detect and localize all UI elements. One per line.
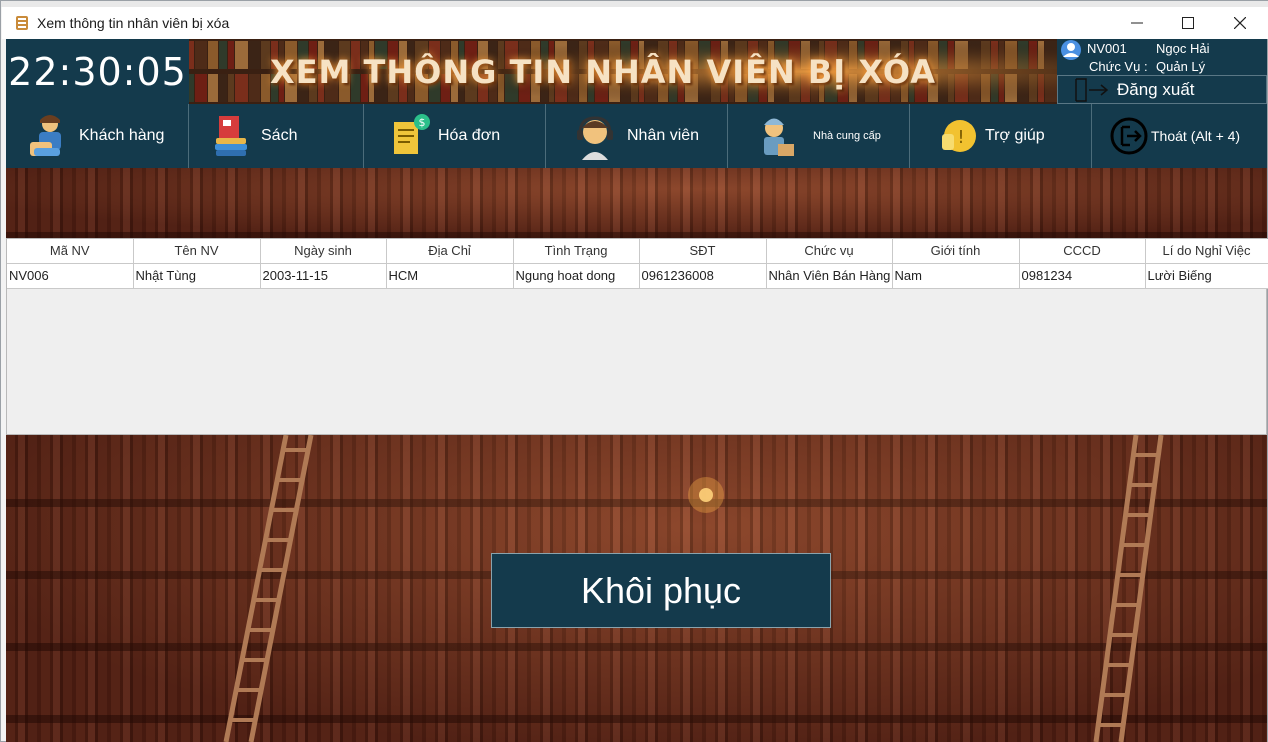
- close-icon: [1234, 17, 1246, 29]
- column-header[interactable]: CCCD: [1019, 239, 1146, 264]
- main-nav: Khách hàng Sách $ Hóa đơn Nhân viên Nhà …: [6, 104, 1267, 168]
- nav-label-suppliers: Nhà cung cấp: [813, 130, 881, 142]
- nav-label-invoices: Hóa đơn: [438, 127, 501, 144]
- books-icon: [215, 116, 247, 156]
- nav-item-books[interactable]: Sách: [189, 104, 364, 168]
- user-id: NV001: [1087, 41, 1127, 56]
- role-label: Chức Vụ :: [1089, 59, 1148, 74]
- candle-light-image: [688, 477, 724, 513]
- table-cell: Nhật Tùng: [133, 263, 261, 289]
- table-cell: Nam: [892, 263, 1020, 289]
- invoice-icon: $: [394, 114, 430, 154]
- table-cell: Nhân Viên Bán Hàng: [766, 263, 893, 289]
- logout-button[interactable]: Đăng xuất: [1057, 75, 1267, 104]
- title-bar: Xem thông tin nhân viên bị xóa: [2, 7, 1268, 39]
- bookshelf-shading: [6, 168, 1267, 238]
- nav-item-invoices[interactable]: $ Hóa đơn: [364, 104, 546, 168]
- window-title: Xem thông tin nhân viên bị xóa: [37, 15, 230, 31]
- minimize-icon: [1131, 22, 1143, 24]
- minimize-button[interactable]: [1112, 7, 1162, 39]
- exit-icon: [1110, 117, 1148, 155]
- nav-label-exit: Thoát (Alt + 4): [1151, 128, 1241, 144]
- logout-icon: [1075, 78, 1109, 102]
- nav-item-exit[interactable]: Thoát (Alt + 4): [1092, 104, 1267, 168]
- close-button[interactable]: [1215, 7, 1265, 39]
- column-header[interactable]: Giới tính: [892, 239, 1020, 264]
- table-cell: NV006: [7, 263, 134, 289]
- role-value: Quản Lý: [1156, 59, 1206, 74]
- table-cell: 2003-11-15: [260, 263, 387, 289]
- table-cell: 0981234: [1019, 263, 1146, 289]
- table-cell: HCM: [386, 263, 514, 289]
- nav-label-books: Sách: [261, 127, 298, 144]
- ladder-right-image: [1093, 435, 1164, 742]
- employee-icon: [577, 116, 613, 160]
- page-title: XEM THÔNG TIN NHÂN VIÊN BỊ XÓA: [270, 52, 936, 91]
- svg-text:!: !: [957, 127, 964, 148]
- nav-item-help[interactable]: ! Trợ giúp: [910, 104, 1092, 168]
- column-header[interactable]: Địa Chỉ: [386, 239, 514, 264]
- nav-label-customers: Khách hàng: [79, 127, 165, 144]
- clock-panel: 22:30:05: [6, 39, 189, 104]
- user-info: NV001 Ngọc Hải Chức Vụ : Quản Lý: [1057, 39, 1267, 75]
- nav-label-employees: Nhân viên: [627, 127, 700, 144]
- banner: XEM THÔNG TIN NHÂN VIÊN BỊ XÓA: [189, 39, 1057, 104]
- supplier-icon: [764, 118, 794, 156]
- column-header[interactable]: Lí do Nghỉ Việc: [1145, 239, 1268, 264]
- data-table: Mã NV Tên NV Ngày sinh Địa Chỉ Tình Trạn…: [7, 239, 1268, 289]
- maximize-icon: [1182, 17, 1194, 29]
- ladder-left-image: [223, 435, 314, 742]
- user-avatar-icon: [1061, 40, 1081, 60]
- svg-text:$: $: [419, 116, 426, 129]
- column-header[interactable]: Mã NV: [7, 239, 134, 264]
- restore-button[interactable]: Khôi phục: [491, 553, 831, 628]
- header: 22:30:05 XEM THÔNG TIN NHÂN VIÊN BỊ XÓA: [6, 39, 1267, 104]
- logout-label: Đăng xuất: [1117, 80, 1195, 99]
- column-header[interactable]: Tên NV: [133, 239, 261, 264]
- table-cell: Ngung hoat dong: [513, 263, 640, 289]
- nav-item-suppliers[interactable]: Nhà cung cấp: [728, 104, 910, 168]
- nav-item-customers[interactable]: Khách hàng: [6, 104, 189, 168]
- nav-item-employees[interactable]: Nhân viên: [546, 104, 728, 168]
- column-header[interactable]: Ngày sinh: [260, 239, 387, 264]
- column-header[interactable]: Tình Trạng: [513, 239, 640, 264]
- user-name: Ngọc Hải: [1156, 41, 1210, 56]
- column-header[interactable]: Chức vụ: [766, 239, 893, 264]
- customer-icon: [30, 115, 61, 156]
- bookshelf-background-top: [6, 168, 1267, 238]
- clock: 22:30:05: [8, 49, 187, 94]
- table-header-row: Mã NV Tên NV Ngày sinh Địa Chỉ Tình Trạn…: [7, 239, 1268, 264]
- table-cell: 0961236008: [639, 263, 767, 289]
- deleted-employees-table[interactable]: Mã NV Tên NV Ngày sinh Địa Chỉ Tình Trạn…: [6, 238, 1268, 435]
- table-cell: Lười Biếng: [1145, 263, 1268, 289]
- maximize-button[interactable]: [1163, 7, 1213, 39]
- app-icon: [16, 16, 28, 30]
- nav-label-help: Trợ giúp: [985, 127, 1045, 144]
- app-window: Xem thông tin nhân viên bị xóa 22:30:05: [0, 0, 1268, 742]
- column-header[interactable]: SĐT: [639, 239, 767, 264]
- help-icon: !: [942, 120, 976, 152]
- table-row[interactable]: NV006 Nhật Tùng 2003-11-15 HCM Ngung hoa…: [7, 263, 1268, 289]
